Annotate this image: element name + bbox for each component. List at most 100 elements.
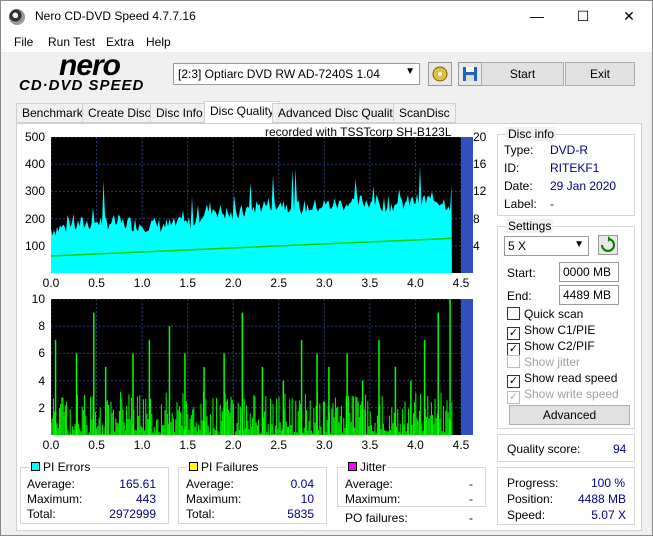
- exit-button[interactable]: Exit: [565, 62, 635, 86]
- checkbox-box: [507, 307, 520, 320]
- pif-y-tick-label: 4: [38, 373, 45, 388]
- speed-select[interactable]: 5 X ▼: [504, 236, 589, 256]
- refresh-speed-button[interactable]: [598, 235, 618, 255]
- quality-score-value: 94: [613, 442, 627, 456]
- disc-id-value: RITEKF1: [550, 161, 600, 175]
- minimize-button[interactable]: —: [514, 1, 560, 32]
- close-button[interactable]: ✕: [606, 1, 652, 32]
- settings-title: Settings: [506, 219, 554, 233]
- checkbox-show-c1-pie[interactable]: ✓ Show C1/PIE: [507, 323, 595, 340]
- speed-value: 5.07 X: [591, 508, 626, 522]
- start-button[interactable]: Start: [481, 62, 564, 86]
- pi-failures-legend: PI Failures: [187, 460, 261, 474]
- pi-errors-total-value: 2972999: [109, 507, 156, 521]
- checkbox-show-c2-pif[interactable]: ✓ Show C2/PIF: [507, 339, 595, 356]
- pie-x-tick-label: 4.5: [452, 276, 470, 290]
- tab-advanced-disc-quality[interactable]: Advanced Disc Quality: [272, 103, 405, 123]
- end-input[interactable]: 4489 MB: [559, 285, 619, 305]
- checkbox-label: Show C1/PIE: [524, 323, 596, 337]
- pif-x-tick-label: 0.5: [88, 438, 105, 452]
- advanced-button[interactable]: Advanced: [509, 405, 630, 425]
- position-label: Position:: [507, 492, 554, 506]
- tab-scandisc[interactable]: ScanDisc: [393, 103, 456, 123]
- pif-x-tick-label: 3.0: [315, 438, 333, 452]
- pif-x-tick-label: 1.0: [133, 438, 151, 452]
- checkbox-box: [507, 355, 520, 368]
- pie-x-tick-label: 1.0: [133, 276, 151, 290]
- pif-y-tick-label: 8: [38, 319, 45, 334]
- jitter-maximum-label: Maximum:: [345, 492, 401, 506]
- menu-extra[interactable]: Extra: [106, 35, 134, 49]
- pi-failures-average-label: Average:: [186, 477, 234, 491]
- menu-help[interactable]: Help: [146, 35, 171, 49]
- jitter-average-value: -: [469, 477, 473, 491]
- po-failures-value: -: [469, 511, 473, 525]
- drive-select[interactable]: [2:3] Optiarc DVD RW AD-7240S 1.04 ▼: [173, 63, 420, 85]
- pif-x-tick-label: 2.5: [270, 438, 288, 452]
- app-disc-icon: [9, 9, 25, 25]
- pie-y2-tick-label: 4: [473, 238, 480, 253]
- checkbox-show-read-speed[interactable]: ✓ Show read speed: [507, 371, 617, 388]
- tab-disc-info[interactable]: Disc Info: [150, 103, 209, 123]
- logo-cdvd-text: CD·DVD SPEED: [19, 77, 145, 94]
- pie-y2-tick-label: 8: [473, 211, 480, 226]
- menu-run-test[interactable]: Run Test: [48, 35, 95, 49]
- disc-date-value: 29 Jan 2020: [550, 179, 617, 193]
- pie-x-tick-label: 1.5: [179, 276, 196, 290]
- disc-info-title: Disc info: [506, 127, 557, 141]
- maximize-button[interactable]: ☐: [560, 1, 606, 32]
- jitter-maximum-value: -: [469, 492, 473, 506]
- pie-y2-tick-label: 16: [473, 157, 487, 172]
- position-value: 4488 MB: [577, 492, 626, 506]
- pie-right-edge: [461, 137, 473, 273]
- pie-x-tick-label: 2.5: [270, 276, 288, 290]
- pie-x-tick-label: 0.5: [88, 276, 105, 290]
- speed-select-value: 5 X: [508, 239, 527, 253]
- eject-button[interactable]: [428, 62, 452, 86]
- save-button[interactable]: [458, 62, 482, 86]
- jitter-legend: Jitter: [346, 460, 389, 474]
- pif-x-tick-label: 1.5: [179, 438, 196, 452]
- pie-x-tick-label: 3.0: [315, 276, 333, 290]
- jitter-average-label: Average:: [345, 477, 393, 491]
- jitter-swatch: [348, 462, 357, 471]
- tab-disc-quality[interactable]: Disc Quality: [204, 101, 281, 124]
- pi-failures-average-value: 0.04: [290, 477, 314, 491]
- pie-chart: [51, 137, 473, 273]
- checkbox-show-write-speed: ✓ Show write speed: [507, 387, 619, 404]
- disc-type-value: DVD-R: [550, 143, 588, 157]
- drive-select-value: [2:3] Optiarc DVD RW AD-7240S 1.04: [178, 67, 380, 81]
- end-label: End:: [507, 289, 532, 303]
- pi-errors-title: PI Errors: [43, 460, 91, 474]
- tab-create-disc[interactable]: Create Disc: [82, 103, 157, 123]
- eject-disc-icon: [432, 66, 448, 82]
- pi-failures-total-label: Total:: [186, 507, 215, 521]
- checkbox-quick-scan[interactable]: Quick scan: [507, 307, 583, 321]
- chevron-down-icon: ▼: [574, 239, 584, 250]
- refresh-icon: [601, 236, 615, 252]
- pif-y-tick-label: 6: [38, 346, 45, 361]
- pif-y-tick-label: 10: [31, 292, 45, 306]
- nero-logo: nero CD·DVD SPEED: [19, 49, 164, 97]
- pie-y-tick-label: 200: [24, 211, 45, 226]
- menu-file[interactable]: File: [14, 35, 33, 49]
- pif-right-edge: [461, 299, 473, 435]
- app-window: Nero CD-DVD Speed 4.7.7.16 — ☐ ✕ File Ru…: [0, 0, 653, 536]
- progress-label: Progress:: [507, 476, 559, 490]
- pif-x-tick-label: 4.0: [407, 438, 424, 452]
- pi-errors-legend: PI Errors: [29, 460, 93, 474]
- tab-benchmark[interactable]: Benchmark: [16, 103, 89, 123]
- quality-score-label: Quality score:: [507, 442, 581, 456]
- pif-x-tick-label: 2.0: [224, 438, 242, 452]
- pif-chart: [51, 299, 473, 435]
- pi-errors-maximum-value: 443: [135, 492, 156, 506]
- title-bar: Nero CD-DVD Speed 4.7.7.16 — ☐ ✕: [1, 1, 652, 32]
- pi-failures-maximum-label: Maximum:: [186, 492, 242, 506]
- speed-label: Speed:: [507, 508, 546, 522]
- jitter-title: Jitter: [360, 460, 387, 474]
- pi-failures-total-value: 5835: [287, 507, 314, 521]
- pi-failures-title: PI Failures: [201, 460, 259, 474]
- start-input[interactable]: 0000 MB: [559, 262, 619, 282]
- checkbox-label: Show read speed: [524, 371, 618, 385]
- disc-type-label: Type:: [504, 143, 534, 157]
